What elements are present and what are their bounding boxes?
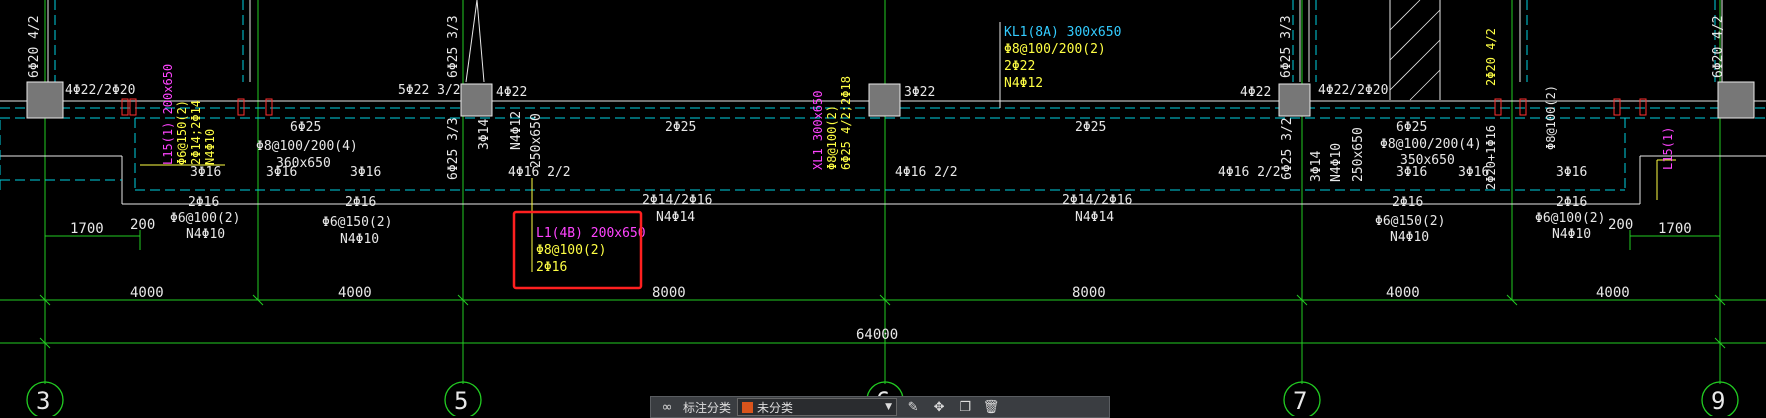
kl1-name: KL1(8A) 300x650 [1004,25,1121,40]
col5-rot-d: 250x650 [529,113,544,168]
left-offset-1: 1700 [70,221,104,237]
pen-icon[interactable]: ✎ [903,398,923,416]
sec-e-stirrup: Φ6@150(2) [1375,214,1445,229]
span-dim-3: 8000 [652,285,686,301]
col7-rot-d: 250x650 [1351,127,1366,182]
move-icon[interactable]: ✥ [929,398,949,416]
col5-rot-b: 3Φ14 [477,119,492,150]
top-rebar-left-vert: 6Φ20 4/2 [27,15,42,78]
xl1-top: 6Φ25 4/2;2Φ18 [839,76,853,170]
sec-a-side: N4Φ10 [186,227,225,242]
right-offset-1: 200 [1608,217,1633,233]
right-stirrup: Φ8@100(2) [1544,85,1558,150]
right-top-pair: 2Φ20 4/2 [1484,28,1498,86]
column-axis9 [1717,81,1755,119]
cad-drawing-canvas[interactable]: 4Φ22/2Φ20 5Φ22 3/2 4Φ22 3Φ22 4Φ22 4Φ22/2… [0,0,1766,416]
span-dim-4: 8000 [1072,285,1106,301]
canvas-background [0,0,1766,416]
sec-e-top: 2Φ16 [1392,195,1423,210]
column-axis5 [460,83,493,117]
sec-f-top: 2Φ16 [1556,195,1587,210]
axis-label-9: 9 [1711,387,1725,415]
sec-e-side: N4Φ10 [1390,230,1429,245]
total-dim: 64000 [856,327,898,343]
col7-rot-a: 6Φ25 3/2 [1280,117,1295,180]
copy-icon[interactable]: ❐ [955,398,975,416]
span3-top: 2Φ25 [665,120,696,135]
span1-top: 6Φ25 [290,120,321,135]
sec-c-side: N4Φ14 [656,210,695,225]
sec-f-stirrup: Φ6@100(2) [1535,211,1605,226]
left-offset-2: 200 [130,217,155,233]
top-rebar-a: 4Φ22/2Φ20 [65,83,135,98]
span4-bot: 4Φ16 2/2 [895,165,958,180]
col5-rot-a: 6Φ25 3/3 [446,117,461,180]
span2-bot: 3Φ16 [350,165,381,180]
category-dropdown[interactable]: 未分类 ▼ [737,398,898,416]
right-mid: 2Φ20+1Φ16 [1484,125,1498,190]
top-rebar-c: 4Φ22 [496,85,527,100]
l15-stirrup: Φ6@150(2) [175,100,189,165]
span1-bot-a: 3Φ16 [190,165,221,180]
l1-bottom: 2Φ16 [536,260,567,275]
sec-b-side: N4Φ10 [340,232,379,247]
sec-b-top: 2Φ16 [345,195,376,210]
sec-b-stirrup: Φ6@150(2) [322,215,392,230]
sec-a-stirrup: Φ6@100(2) [170,211,240,226]
axis-label-3: 3 [36,387,50,415]
infinity-icon[interactable]: ∞ [657,398,677,416]
toolbar-label: 标注分类 [683,400,732,415]
right-offset-2: 1700 [1658,221,1692,237]
l1-name: L1(4B) 200x650 [536,226,646,241]
span4-bot-right: 4Φ16 2/2 [1218,165,1281,180]
l15-side: N4Φ10 [203,129,217,165]
span4-top: 2Φ25 [1075,120,1106,135]
span1-bot-b: 3Φ16 [266,165,297,180]
sec-c-top: 2Φ14/2Φ16 [642,193,712,208]
span5-stirrup: Φ8@100/200(4) [1380,137,1482,152]
chevron-down-icon: ▼ [885,402,893,412]
sec-f-side: N4Φ10 [1552,227,1591,242]
column-axis7 [1278,83,1311,117]
category-swatch [742,401,754,413]
span-dim-6: 4000 [1596,285,1630,301]
sec-d-side: N4Φ14 [1075,210,1114,225]
delete-icon[interactable]: 🗑 [981,398,1001,416]
l15-top: 2Φ14;2Φ14 [189,100,203,165]
axis-label-5: 5 [454,387,468,415]
span5-top: 6Φ25 [1396,120,1427,135]
span-dim-2: 4000 [338,285,372,301]
xl1-name: XL1 300x650 [811,91,825,170]
l15-name: L15(1) 200x650 [161,64,175,165]
xl1-stirrup: Φ8@100(2) [825,105,839,170]
kl1-top: 2Φ22 [1004,59,1035,74]
top-rebar-vert-col5: 6Φ25 3/3 [446,15,461,78]
top-rebar-b: 5Φ22 3/2 [398,83,461,98]
column-axis6 [868,83,901,117]
column-axis3 [26,81,64,119]
sec-d-top: 2Φ14/2Φ16 [1062,193,1132,208]
kl1-stirrup: Φ8@100/200(2) [1004,42,1106,57]
col7-rot-c: N4Φ10 [1329,143,1344,182]
span-dim-1: 4000 [130,285,164,301]
l15-right-name: L15(1) [1661,127,1675,170]
sec-a-top: 2Φ16 [188,195,219,210]
top-rebar-d: 3Φ22 [904,85,935,100]
span5-bot-a: 3Φ16 [1396,165,1427,180]
span-dim-5: 4000 [1386,285,1420,301]
col5-rot-c: N4Φ12 [509,111,524,150]
span1-stirrup: Φ8@100/200(4) [256,139,358,154]
kl1-side: N4Φ12 [1004,76,1043,91]
top-rebar-f: 4Φ22/2Φ20 [1318,83,1388,98]
col7-rot-b: 3Φ14 [1309,151,1324,182]
annotation-toolbar: ∞ 标注分类 未分类 ▼ ✎ ✥ ❐ 🗑 [650,396,1110,418]
top-rebar-right-vert: 6Φ20 4/2 [1711,15,1726,78]
l1-stirrup: Φ8@100(2) [536,243,606,258]
category-selected: 未分类 [757,400,794,415]
span6-bot: 3Φ16 [1556,165,1587,180]
top-rebar-e: 4Φ22 [1240,85,1271,100]
top-rebar-vert-col7: 6Φ25 3/3 [1279,15,1294,78]
axis-label-7: 7 [1293,387,1307,415]
